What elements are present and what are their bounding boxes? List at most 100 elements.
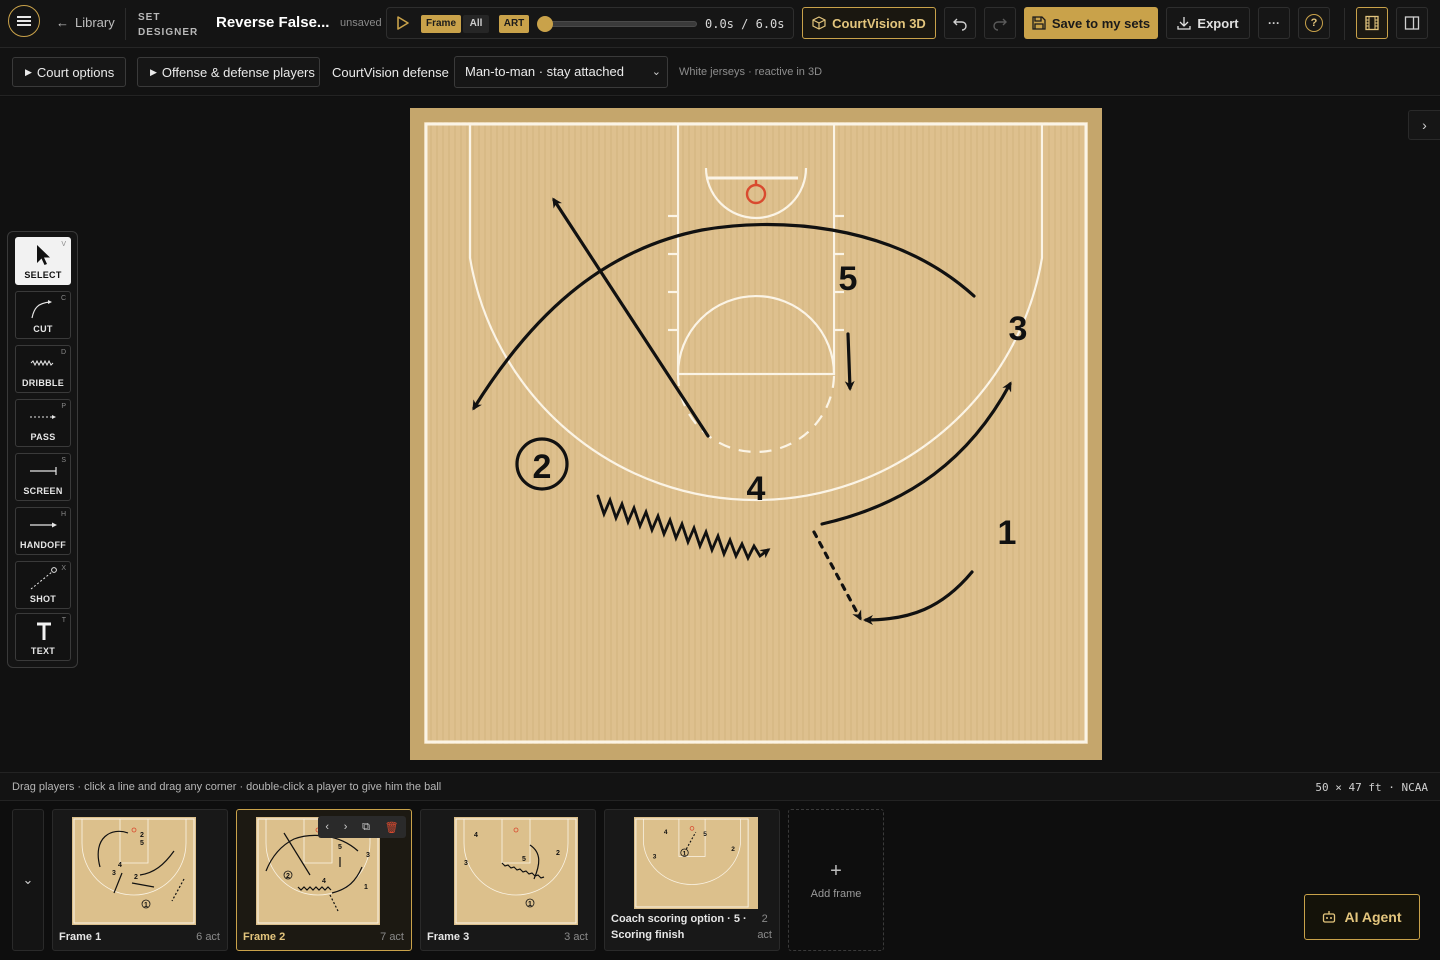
court-canvas[interactable]: 5 3 2 4 1: [410, 108, 1102, 760]
court-drawing[interactable]: 5 3 2 4 1: [410, 108, 1102, 760]
defense-value: Man-to-man · stay attached: [465, 64, 624, 79]
tool-cut[interactable]: C CUT: [15, 291, 71, 339]
tool-shortcut: V: [61, 241, 66, 248]
svg-text:1: 1: [683, 851, 687, 858]
tool-shortcut: T: [61, 617, 66, 624]
timeline-playhead[interactable]: [537, 16, 553, 32]
frame-card-4[interactable]: 4 5 3 2 1 Coach scoring option · 5 · Scorin…: [604, 809, 780, 951]
robot-icon: [1323, 911, 1336, 923]
tool-palette: V SELECT C CUT D DRIBBLE P PASS S SCREEN…: [7, 231, 78, 668]
tool-shortcut: X: [61, 565, 66, 572]
play-title[interactable]: Reverse False...: [216, 14, 329, 31]
frame-card-2[interactable]: 5 3 2 4 1 ‹ › ⧉ 🗑 Frame 2 7 act: [236, 809, 412, 951]
trash-icon[interactable]: 🗑: [385, 821, 399, 834]
more-icon: ···: [1268, 16, 1280, 30]
svg-text:2: 2: [556, 850, 560, 857]
player-4[interactable]: 4: [747, 470, 766, 508]
side-panel-button[interactable]: [1396, 7, 1428, 39]
all-mode-toggle[interactable]: All: [463, 15, 489, 33]
svg-text:5: 5: [338, 844, 342, 851]
divider: [125, 8, 126, 40]
frame-mode-toggle[interactable]: Frame: [421, 15, 461, 33]
collapse-frames-button[interactable]: ⌄: [12, 809, 44, 951]
duplicate-icon[interactable]: ⧉: [362, 821, 370, 834]
shot-icon: [30, 567, 57, 590]
defense-label: CourtVision defense: [332, 65, 449, 80]
player-5[interactable]: 5: [839, 260, 858, 298]
tool-handoff[interactable]: H HANDOFF: [15, 507, 71, 555]
chevron-right-icon[interactable]: ›: [344, 821, 348, 833]
handoff-icon: [30, 522, 57, 528]
top-bar: ← Library SET DESIGNER Reverse False... …: [0, 0, 1440, 48]
add-frame-button[interactable]: + Add frame: [788, 809, 884, 951]
tool-pass[interactable]: P PASS: [15, 399, 71, 447]
player-3[interactable]: 3: [1009, 310, 1028, 348]
pass-icon: [30, 415, 56, 419]
frame-name: Frame 3: [427, 931, 470, 943]
tool-dribble[interactable]: D DRIBBLE: [15, 345, 71, 393]
tool-select[interactable]: V SELECT: [15, 237, 71, 285]
timeline-slider[interactable]: [545, 21, 697, 27]
svg-text:3: 3: [464, 860, 468, 867]
time-total: 6.0s: [755, 17, 785, 31]
court-options-button[interactable]: ▶ Court options: [12, 57, 126, 87]
tool-shortcut: D: [60, 349, 66, 356]
defense-hint: White jerseys · reactive in 3D: [679, 66, 823, 78]
more-options-button[interactable]: ···: [1258, 7, 1290, 39]
export-button[interactable]: Export: [1166, 7, 1250, 39]
triangle-right-icon: ▶: [25, 66, 32, 77]
frame-action-count: 6 act: [196, 931, 220, 943]
frame-action-count: 3 act: [564, 931, 588, 943]
save-to-my-sets-button[interactable]: Save to my sets: [1024, 7, 1158, 39]
undo-button[interactable]: [944, 7, 976, 39]
time-readout: 0.0s / 6.0s: [705, 17, 785, 31]
players-button[interactable]: ▶ Offense & defense players: [137, 57, 320, 87]
frame-card-1[interactable]: 25432 1 Frame 1 6 act: [52, 809, 228, 951]
svg-text:2: 2: [134, 874, 138, 881]
tool-screen[interactable]: S SCREEN: [15, 453, 71, 501]
frame-card-3[interactable]: 4 3 5 2 1 Frame 3 3 act: [420, 809, 596, 951]
courtvision-3d-label: CourtVision 3D: [832, 15, 926, 31]
court-options-label: Court options: [36, 64, 115, 80]
product-name: SET DESIGNER: [138, 10, 198, 40]
tool-shortcut: P: [61, 403, 66, 410]
expand-right-panel-button[interactable]: ›: [1408, 110, 1440, 140]
svg-text:5: 5: [703, 831, 707, 838]
players-label: Offense & defense players: [161, 64, 315, 80]
tool-label: TEXT: [30, 646, 56, 656]
frame-name: Frame 2: [243, 931, 286, 943]
svg-text:2: 2: [731, 846, 735, 853]
export-label: Export: [1197, 15, 1239, 31]
save-label: Save to my sets: [1051, 15, 1151, 31]
redo-button[interactable]: [984, 7, 1016, 39]
status-bar: Drag players · click a line and drag any…: [0, 772, 1440, 801]
tool-shortcut: S: [61, 457, 66, 464]
court-dimensions: 50 × 47 ft · NCAA: [1315, 781, 1428, 794]
tool-text[interactable]: T TEXT: [15, 613, 71, 661]
cube-icon: [812, 16, 826, 30]
frame-name: Frame 1: [59, 931, 102, 943]
play-icon[interactable]: [395, 15, 411, 36]
player-2[interactable]: 2: [533, 448, 552, 486]
defense-select[interactable]: Man-to-man · stay attached ⌄: [454, 56, 668, 88]
chevron-left-icon[interactable]: ‹: [325, 821, 329, 833]
player-1[interactable]: 1: [998, 514, 1017, 552]
chevron-right-icon: ›: [1422, 117, 1427, 133]
svg-text:4: 4: [322, 878, 326, 885]
help-button[interactable]: ?: [1298, 7, 1330, 39]
courtvision-3d-button[interactable]: CourtVision 3D: [802, 7, 936, 39]
dribble-icon: [30, 359, 54, 367]
frame-thumbnail: 4 3 5 2 1: [454, 817, 578, 925]
art-toggle[interactable]: ART: [499, 15, 529, 33]
ai-agent-button[interactable]: AI Agent: [1304, 894, 1420, 940]
tool-label: SCREEN: [23, 486, 63, 496]
film-view-button[interactable]: [1356, 7, 1388, 39]
back-to-library-link[interactable]: ← Library: [56, 15, 115, 30]
svg-text:3: 3: [653, 853, 657, 860]
redo-icon: [993, 18, 1007, 31]
cut-line[interactable]: [844, 332, 855, 391]
menu-button[interactable]: [8, 5, 40, 37]
frame-name-line-2: Scoring finish: [611, 929, 685, 941]
tool-shot[interactable]: X SHOT: [15, 561, 71, 609]
options-bar: ▶ Court options ▶ Offense & defense play…: [0, 48, 1440, 96]
